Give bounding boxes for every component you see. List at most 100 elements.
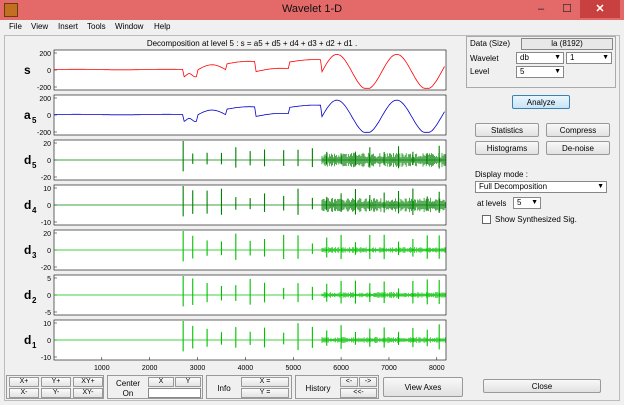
compress-button[interactable]: Compress	[546, 123, 610, 137]
menu-help[interactable]: Help	[154, 22, 170, 31]
info-x-readout: X =	[241, 377, 289, 387]
menu-insert[interactable]: Insert	[58, 22, 78, 31]
menu-bar: File View Insert Tools Window Help	[4, 20, 620, 35]
y-tick-label: 200	[39, 51, 51, 58]
at-levels-select[interactable]: 5 ▼	[513, 197, 541, 209]
y-tick-label: -10	[41, 355, 51, 362]
y-tick-label: 10	[43, 186, 51, 193]
zoom-controls: X+ Y+ XY+ X- Y- XY-	[6, 375, 104, 399]
x-tick-label: 4000	[238, 365, 254, 370]
histograms-button[interactable]: Histograms	[475, 141, 539, 155]
at-levels-label: at levels	[477, 199, 507, 208]
plot-title: Decomposition at level 5 : s = a5 + d5 +…	[147, 39, 357, 48]
panel-label-sub-4: 4	[32, 206, 37, 215]
y-tick-label: 20	[43, 231, 51, 238]
x-tick-label: 3000	[190, 365, 206, 370]
y-tick-label: 0	[47, 113, 51, 120]
y-tick-label: 0	[47, 68, 51, 75]
y-tick-label: -5	[45, 310, 51, 317]
panel-label-sub-2: 5	[32, 116, 37, 125]
history-reset-button[interactable]: <<-	[340, 388, 377, 398]
y-tick-label: 0	[47, 293, 51, 300]
x-tick-label: 6000	[333, 365, 349, 370]
panel-label-sub-7: 1	[32, 341, 37, 350]
center-on-controls: Center On X Y	[107, 375, 203, 399]
info-label: Info	[217, 384, 231, 393]
y-zoom-out-button[interactable]: Y-	[41, 388, 71, 398]
data-size-label: Data (Size)	[470, 39, 511, 48]
menu-file[interactable]: File	[9, 22, 22, 31]
panel-label-sub-6: 2	[32, 296, 37, 305]
display-mode-select[interactable]: Full Decomposition ▼	[475, 181, 607, 193]
wavelet-order-select[interactable]: 1 ▼	[566, 52, 612, 64]
title-bar: Wavelet 1-D – ☐ ✕	[0, 0, 624, 20]
chevron-down-icon: ▼	[597, 183, 604, 190]
wavelet-label: Wavelet	[470, 54, 499, 63]
y-tick-label: 0	[47, 203, 51, 210]
show-synthesized-checkbox[interactable]	[482, 215, 491, 224]
analyze-button[interactable]: Analyze	[512, 95, 570, 109]
panel-label-1: s	[24, 63, 31, 77]
chevron-down-icon: ▼	[602, 54, 609, 61]
level-label: Level	[470, 67, 490, 76]
y-tick-label: 0	[47, 338, 51, 345]
x-tick-label: 1000	[94, 365, 110, 370]
level-select[interactable]: 5 ▼	[516, 66, 564, 78]
x-tick-label: 2000	[142, 365, 158, 370]
decomposition-plots: Decomposition at level 5 : s = a5 + d5 +…	[24, 39, 447, 370]
y-tick-label: -200	[37, 85, 51, 92]
center-on-label-2: On	[122, 389, 134, 398]
wavelet-order-value: 1	[570, 53, 575, 62]
display-mode-value: Full Decomposition	[479, 182, 548, 191]
maximize-button[interactable]: ☐	[554, 0, 580, 18]
y-tick-label: 200	[39, 96, 51, 103]
history-back-button[interactable]: <-	[340, 377, 358, 387]
panel-label-7: d	[24, 333, 31, 347]
panel-label-sub-3: 5	[32, 161, 37, 170]
info-y-readout: Y =	[241, 388, 289, 398]
menu-view[interactable]: View	[31, 22, 48, 31]
level-value: 5	[520, 67, 525, 76]
x-tick-label: 5000	[285, 365, 301, 370]
chevron-down-icon: ▼	[554, 54, 561, 61]
close-window-button[interactable]: ✕	[580, 0, 620, 18]
center-x-button[interactable]: X	[148, 377, 174, 387]
menu-tools[interactable]: Tools	[87, 22, 106, 31]
center-y-button[interactable]: Y	[175, 377, 201, 387]
close-button[interactable]: Close	[483, 379, 601, 393]
minimize-button[interactable]: –	[528, 0, 554, 18]
history-forward-button[interactable]: ->	[359, 377, 377, 387]
x-zoom-in-button[interactable]: X+	[9, 377, 39, 387]
xy-zoom-in-button[interactable]: XY+	[73, 377, 103, 387]
statistics-button[interactable]: Statistics	[475, 123, 539, 137]
panel-label-5: d	[24, 243, 31, 257]
y-tick-label: -20	[41, 265, 51, 272]
history-label: History	[305, 384, 331, 393]
y-tick-label: 0	[47, 158, 51, 165]
data-size-field: la (8192)	[521, 38, 613, 50]
y-tick-label: -200	[37, 130, 51, 137]
chevron-down-icon: ▼	[531, 199, 538, 206]
x-tick-label: 7000	[381, 365, 397, 370]
panel-label-6: d	[24, 288, 31, 302]
view-axes-button[interactable]: View Axes	[383, 377, 463, 397]
center-value-field[interactable]	[148, 388, 201, 398]
denoise-button[interactable]: De-noise	[546, 141, 610, 155]
info-controls: Info X = Y =	[206, 375, 292, 399]
chevron-down-icon: ▼	[554, 68, 561, 75]
panel-label-3: d	[24, 153, 31, 167]
wavelet-family-select[interactable]: db ▼	[516, 52, 564, 64]
menu-window[interactable]: Window	[115, 22, 143, 31]
x-zoom-out-button[interactable]: X-	[9, 388, 39, 398]
history-controls: History <- -> <<-	[295, 375, 379, 399]
at-levels-value: 5	[517, 198, 522, 207]
xy-zoom-out-button[interactable]: XY-	[73, 388, 103, 398]
y-tick-label: -20	[41, 175, 51, 182]
y-zoom-in-button[interactable]: Y+	[41, 377, 71, 387]
y-tick-label: 5	[47, 276, 51, 283]
y-tick-label: 0	[47, 248, 51, 255]
display-mode-label: Display mode :	[475, 170, 528, 179]
y-tick-label: -10	[41, 220, 51, 227]
panel-label-4: d	[24, 198, 31, 212]
show-synthesized-label: Show Synthesized Sig.	[495, 215, 577, 224]
